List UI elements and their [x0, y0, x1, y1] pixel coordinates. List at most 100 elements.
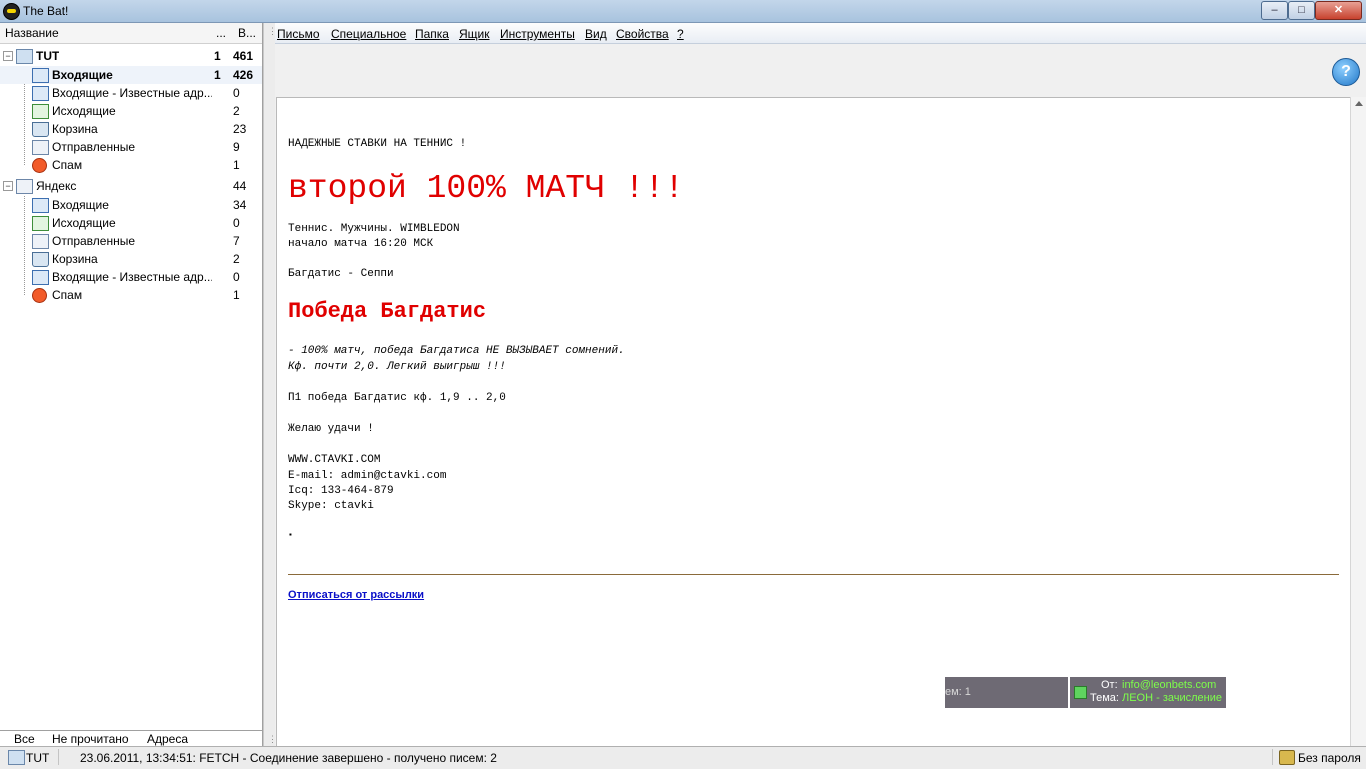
message-line: Skype: ctavki [288, 500, 374, 512]
folder-label: Корзина [52, 122, 98, 136]
menu-tools[interactable]: Инструменты [500, 27, 575, 41]
message-headline: второй 100% МАТЧ !!! [288, 170, 685, 207]
spam-icon [32, 158, 47, 173]
message-scrollbar[interactable] [1350, 97, 1366, 746]
total-count: 1 [233, 158, 240, 172]
total-count: 34 [233, 198, 247, 212]
sent-icon [32, 234, 49, 249]
unread-count: 1 [214, 49, 221, 63]
folder-tut-trash[interactable]: Корзина 23 [0, 120, 262, 138]
trash-icon [32, 252, 49, 267]
folder-yandex-spam[interactable]: Спам 1 [0, 286, 262, 304]
folder-label: Входящие [52, 198, 109, 212]
notification-count-popup[interactable]: ем: 1 [945, 677, 1068, 708]
subject-label: Тема: [1090, 692, 1119, 704]
folder-tut-spam[interactable]: Спам 1 [0, 156, 262, 174]
column-unread-header[interactable]: ... [216, 26, 226, 40]
minimize-button[interactable]: ‒ [1261, 1, 1288, 20]
folder-label: Корзина [52, 252, 98, 266]
folder-label: Спам [52, 288, 83, 302]
message-link[interactable]: WWW.CTAVKI.COM [288, 454, 380, 466]
inbox-icon [32, 270, 49, 285]
collapse-toggle-icon[interactable]: − [3, 51, 13, 61]
folder-label: Отправленные [52, 140, 136, 154]
folder-label: Яндекс [36, 179, 77, 193]
status-separator [1272, 749, 1273, 765]
folder-tut-outbox[interactable]: Исходящие 2 [0, 102, 262, 120]
folder-label: Входящие [52, 68, 113, 82]
menu-help[interactable]: ? [677, 27, 684, 41]
column-name-header[interactable]: Название [5, 26, 59, 40]
title-bar: The Bat! ‒ □ ✕ [0, 0, 1366, 23]
folder-yandex-trash[interactable]: Корзина 2 [0, 250, 262, 268]
menu-special[interactable]: Специальное [331, 27, 406, 41]
window-title: The Bat! [23, 4, 69, 18]
message-line: Желаю удачи ! [288, 423, 374, 435]
menu-mailbox[interactable]: Ящик [459, 27, 490, 41]
message-line: Багдатис - Сеппи [288, 268, 394, 280]
message-view: НАДЕЖНЫЕ СТАВКИ НА ТЕННИС ! второй 100% … [276, 97, 1351, 747]
scroll-up-arrow-icon[interactable] [1355, 101, 1363, 106]
total-count: 0 [233, 216, 240, 230]
folder-yandex-sent[interactable]: Отправленные 7 [0, 232, 262, 250]
folder-label: Исходящие [52, 216, 116, 230]
close-button[interactable]: ✕ [1315, 1, 1362, 20]
envelope-icon [1074, 686, 1087, 699]
help-globe-icon[interactable]: ? [1332, 58, 1360, 86]
new-mail-notification[interactable]: От: info@leonbets.com Тема: ЛЕОН - зачис… [1070, 677, 1226, 708]
message-line: - 100% матч, победа Багдатиса НЕ ВЫЗЫВАЕ… [288, 345, 625, 357]
inbox-icon [32, 68, 49, 83]
message-line: Теннис. Мужчины. WIMBLEDON [288, 223, 460, 235]
total-count: 44 [233, 179, 247, 193]
collapse-toggle-icon[interactable]: − [3, 181, 13, 191]
folder-label: Отправленные [52, 234, 136, 248]
menu-folder[interactable]: Папка [415, 27, 449, 41]
total-count: 0 [233, 86, 240, 100]
sent-icon [32, 140, 49, 155]
account-tut[interactable]: − TUT 1 461 [0, 47, 262, 65]
inbox-icon [32, 198, 49, 213]
inbox-icon [32, 86, 49, 101]
folder-label: TUT [36, 49, 60, 63]
folder-tut-inbox-known[interactable]: Входящие - Известные адр... 0 [0, 84, 262, 102]
folder-list-header: Название ... В... [0, 23, 262, 44]
folder-tut-inbox[interactable]: Входящие 1 426 [0, 66, 262, 84]
folder-label: Спам [52, 158, 83, 172]
total-count: 2 [233, 104, 240, 118]
menu-bar: Письмо Специальное Папка Ящик Инструмент… [275, 23, 1366, 44]
folder-tut-sent[interactable]: Отправленные 9 [0, 138, 262, 156]
menu-view[interactable]: Вид [585, 27, 607, 41]
status-security[interactable]: Без пароля [1298, 751, 1361, 765]
status-account[interactable]: TUT [26, 751, 49, 765]
account-folder-icon [16, 49, 33, 64]
folder-label: Входящие - Известные адр... [52, 86, 212, 100]
status-bar: TUT 23.06.2011, 13:34:51: FETCH - Соедин… [0, 746, 1366, 769]
total-count: 23 [233, 122, 247, 136]
menu-properties[interactable]: Свойства [616, 27, 669, 41]
message-line: E-mail: admin@ctavki.com [288, 470, 447, 482]
account-yandex[interactable]: − Яндекс 44 [0, 177, 262, 195]
unread-count: 1 [214, 68, 221, 82]
message-line: Кф. почти 2,0. Легкий выигрыш !!! [288, 361, 506, 373]
from-value: info@leonbets.com [1122, 679, 1217, 691]
pane-splitter[interactable]: ⋮ ⋮ [263, 23, 277, 746]
tab-unread[interactable]: Не прочитано [52, 732, 129, 746]
message-line: Icq: 133-464-879 [288, 485, 394, 497]
tab-all[interactable]: Все [14, 732, 35, 746]
splitter-grip-icon: ⋮ [268, 26, 277, 36]
folder-yandex-inbox[interactable]: Входящие 34 [0, 196, 262, 214]
total-count: 426 [233, 68, 254, 82]
menu-letter[interactable]: Письмо [277, 27, 320, 41]
outbox-icon [32, 216, 49, 231]
folder-yandex-inbox-known[interactable]: Входящие - Известные адр... 0 [0, 268, 262, 286]
column-total-header[interactable]: В... [238, 26, 256, 40]
folder-label: Исходящие [52, 104, 116, 118]
total-count: 461 [233, 49, 254, 63]
app-bat-icon [3, 3, 20, 20]
unsubscribe-link[interactable]: Отписаться от рассылки [288, 589, 424, 601]
spam-icon [32, 288, 47, 303]
tab-addresses[interactable]: Адреса [147, 732, 188, 746]
folder-yandex-outbox[interactable]: Исходящие 0 [0, 214, 262, 232]
maximize-button[interactable]: □ [1288, 1, 1315, 20]
account-icon [8, 750, 25, 765]
